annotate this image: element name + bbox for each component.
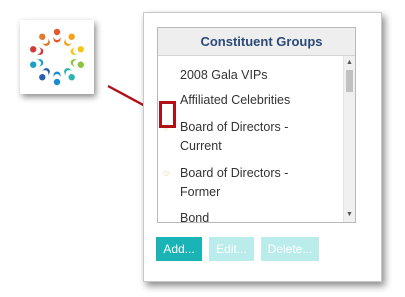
logo-card bbox=[20, 20, 94, 94]
list-item-continuation[interactable]: Former bbox=[180, 181, 220, 203]
list-item-continuation[interactable]: Current bbox=[180, 135, 222, 157]
list-item[interactable]: Bond bbox=[180, 207, 209, 222]
list-item[interactable]: 2008 Gala VIPs bbox=[180, 64, 268, 86]
listbox-header: Constituent Groups bbox=[158, 28, 355, 56]
scrollbar[interactable]: ▲ ▼ bbox=[343, 56, 355, 222]
scrollbar-thumb[interactable] bbox=[346, 70, 353, 92]
scroll-down-icon[interactable]: ▼ bbox=[344, 209, 355, 221]
dotted-circle-icon: ◌ bbox=[163, 168, 169, 179]
constituent-groups-listbox[interactable]: Constituent Groups 2008 Gala VIPs Affili… bbox=[157, 27, 356, 223]
delete-button[interactable]: Delete... bbox=[261, 237, 319, 261]
scroll-up-icon[interactable]: ▲ bbox=[344, 57, 355, 69]
people-circle-logo-icon bbox=[30, 28, 84, 86]
add-button[interactable]: Add... bbox=[156, 237, 202, 261]
edit-button[interactable]: Edit... bbox=[209, 237, 254, 261]
list-item[interactable]: Affiliated Celebrities bbox=[180, 89, 290, 111]
callout-highlight-box bbox=[159, 101, 176, 128]
group-list: 2008 Gala VIPs Affiliated Celebrities ◌ … bbox=[158, 56, 343, 222]
